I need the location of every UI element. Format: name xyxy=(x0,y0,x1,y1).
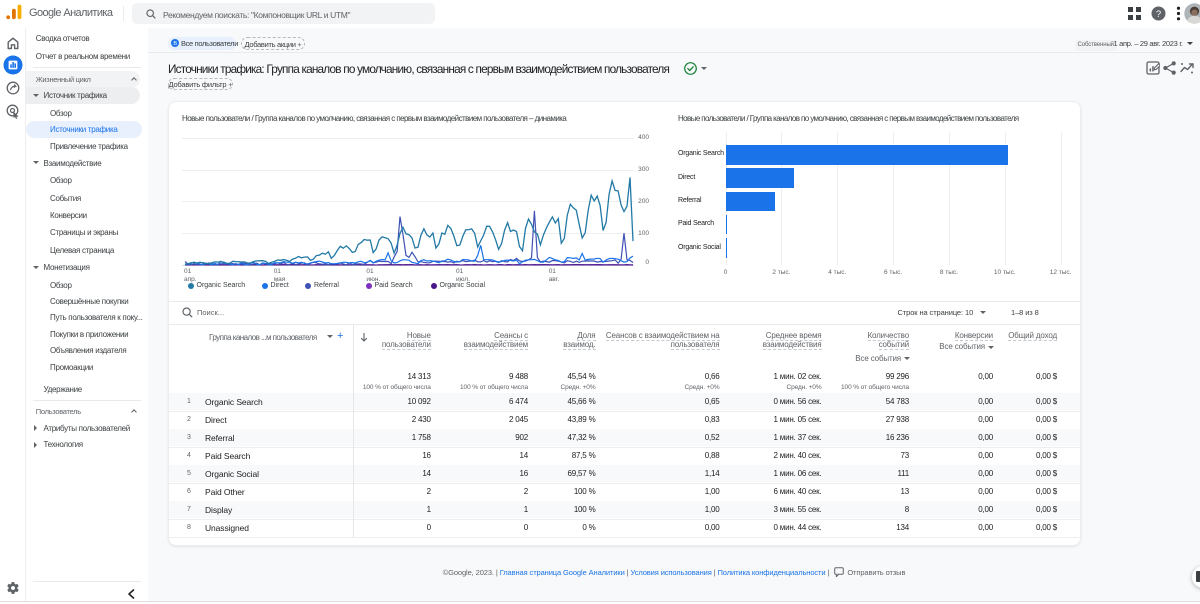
svg-text:?: ? xyxy=(1156,9,1161,20)
